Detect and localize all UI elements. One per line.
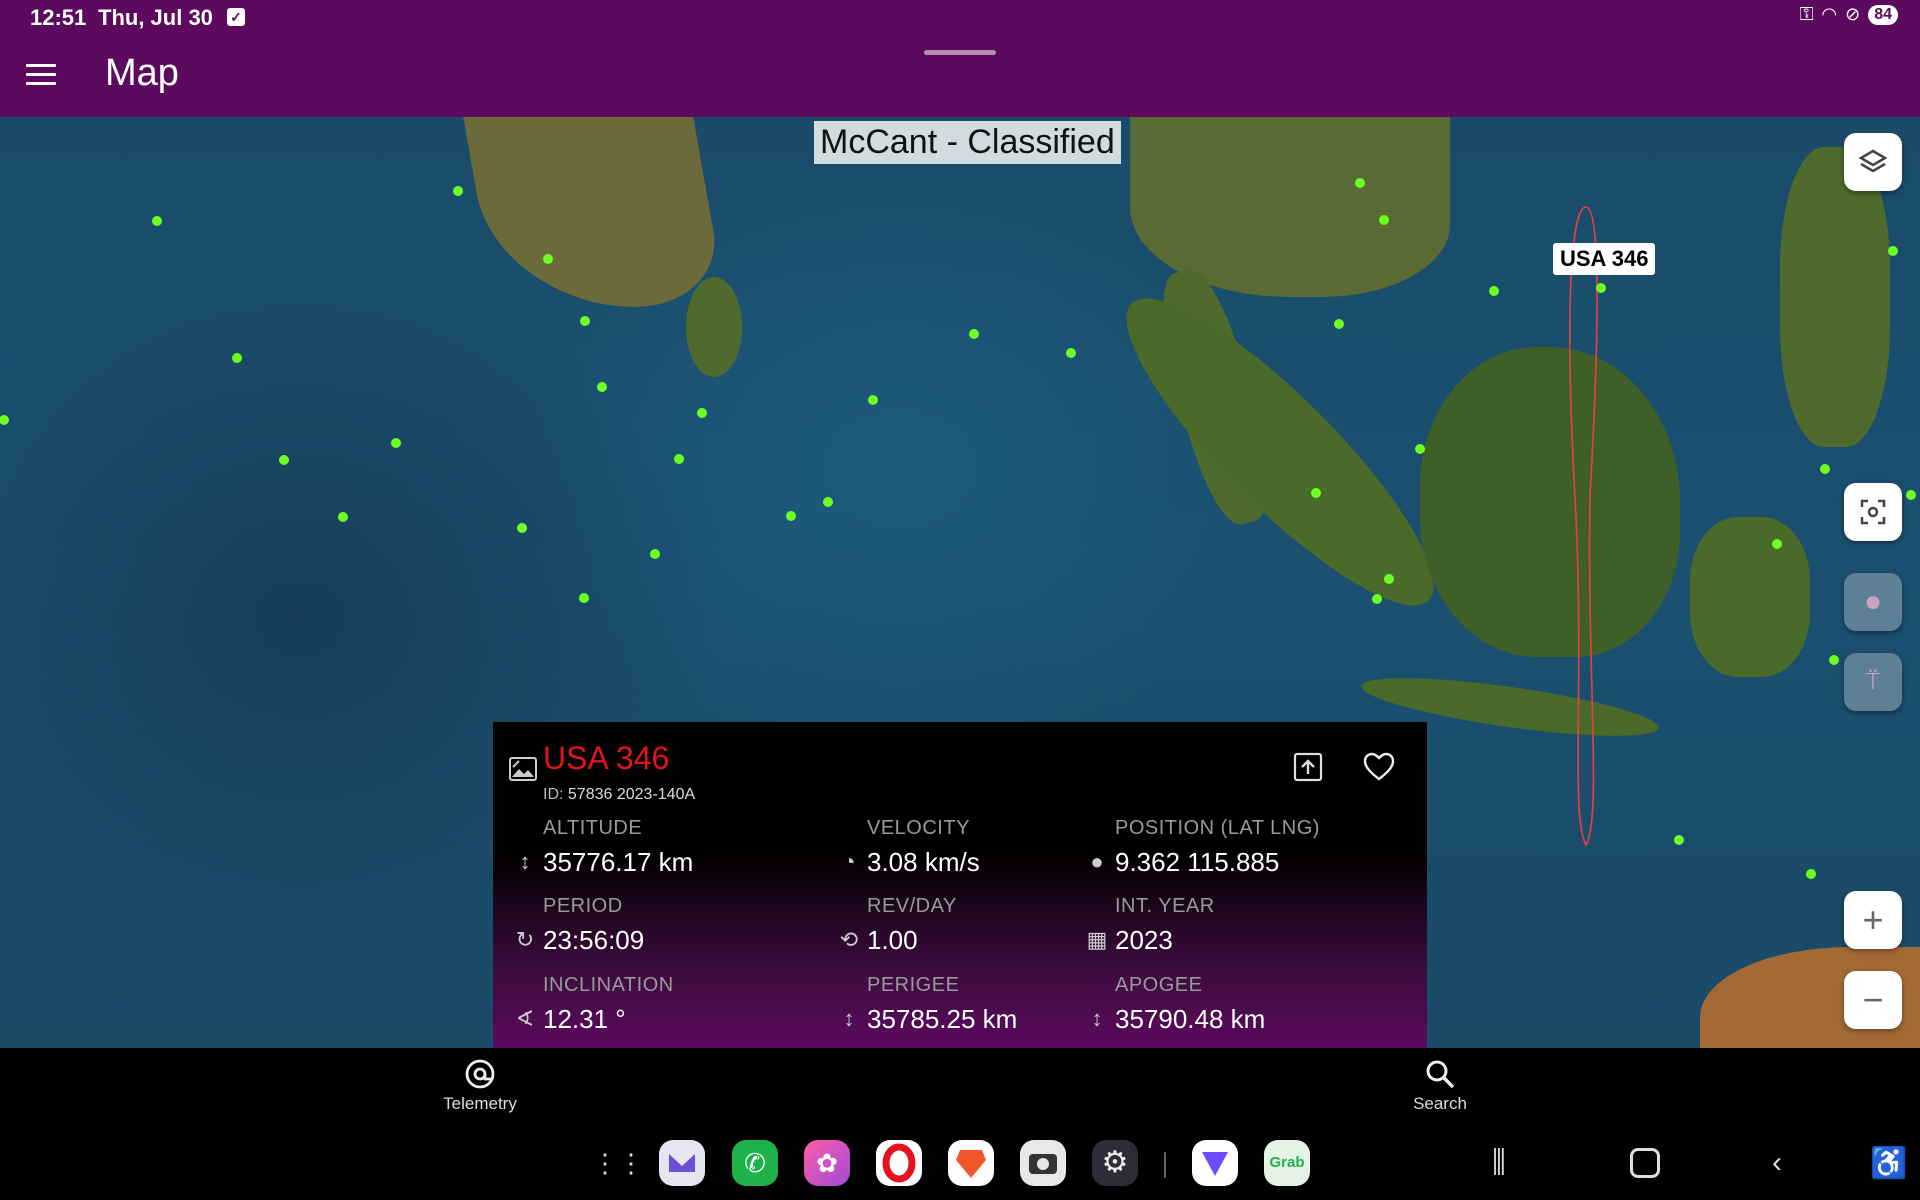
app-bar: Map xyxy=(0,36,1920,117)
system-dock: ⋮⋮ ✆ ✿ ⚙ Grab ⫼ ‹ ♿ xyxy=(0,1134,1920,1200)
battery-level: 84 xyxy=(1868,4,1898,25)
satellite-dot[interactable] xyxy=(279,455,289,465)
layers-icon xyxy=(1858,149,1888,173)
satellite-dot[interactable] xyxy=(1674,835,1684,845)
status-time: 12:51 xyxy=(30,5,87,30)
satellite-dot[interactable] xyxy=(1820,464,1830,474)
satellite-dot[interactable] xyxy=(543,254,553,264)
satellite-dot[interactable] xyxy=(1066,348,1076,358)
satellite-dot[interactable] xyxy=(1888,246,1898,256)
minus-icon: − xyxy=(1862,979,1884,1020)
dock-divider xyxy=(1164,1152,1166,1178)
tab-telemetry[interactable]: Telemetry xyxy=(430,1058,530,1114)
satellite-dot[interactable] xyxy=(1311,488,1321,498)
altitude-arrow-icon: ↕ xyxy=(519,849,531,874)
focus-satellite-button[interactable] xyxy=(1844,483,1902,541)
tab-search[interactable]: Search xyxy=(1390,1058,1490,1114)
page-title: Map xyxy=(105,52,179,94)
satellite-info-panel: USA 346 ID: 57836 2023-140A ↕ ALTITUDE 3… xyxy=(493,722,1427,1048)
satellite-dot[interactable] xyxy=(650,549,660,559)
location-pin-icon: ● xyxy=(1863,585,1883,618)
satellite-dot[interactable] xyxy=(969,329,979,339)
zoom-in-button[interactable]: + xyxy=(1844,891,1902,949)
angle-icon: ∢ xyxy=(515,1006,535,1031)
satellite-dot[interactable] xyxy=(868,395,878,405)
bottom-navigation: Telemetry Search xyxy=(0,1048,1920,1134)
satellite-dot[interactable] xyxy=(1415,444,1425,454)
tab-telemetry-label: Telemetry xyxy=(443,1094,517,1113)
home-button[interactable] xyxy=(1630,1148,1660,1178)
grab-app-icon[interactable]: Grab xyxy=(1264,1140,1310,1186)
antenna-icon: ⍡ xyxy=(1865,668,1881,695)
proton-vpn-icon[interactable] xyxy=(1192,1140,1238,1186)
zoom-out-button[interactable]: − xyxy=(1844,971,1902,1029)
email-app-icon[interactable] xyxy=(659,1140,705,1186)
location-pin-icon: ● xyxy=(1090,849,1104,874)
satellite-dot[interactable] xyxy=(338,512,348,522)
satellite-dot[interactable] xyxy=(1372,594,1382,604)
satellite-dot[interactable] xyxy=(1334,319,1344,329)
satellite-dot[interactable] xyxy=(579,593,589,603)
apogee-arrow-icon: ↕ xyxy=(1091,1006,1103,1031)
phone-app-icon[interactable]: ✆ xyxy=(732,1140,778,1186)
satellite-dot[interactable] xyxy=(580,316,590,326)
perigee-arrow-icon: ↕ xyxy=(843,1006,855,1031)
tab-search-label: Search xyxy=(1413,1094,1467,1113)
app-drawer-icon[interactable]: ⋮⋮ xyxy=(592,1140,644,1186)
satellite-dot[interactable] xyxy=(1384,574,1394,584)
layers-button[interactable] xyxy=(1844,133,1902,191)
calendar-icon: ▦ xyxy=(1086,927,1108,952)
center-focus-icon xyxy=(1860,499,1886,525)
satellite-dot[interactable] xyxy=(232,353,242,363)
plus-icon: + xyxy=(1862,899,1884,940)
speedometer-icon: ◔ xyxy=(842,849,856,874)
brave-browser-icon[interactable] xyxy=(948,1140,994,1186)
satellite-dot[interactable] xyxy=(823,497,833,507)
satellite-dot[interactable] xyxy=(674,454,684,464)
share-button[interactable] xyxy=(1293,752,1323,782)
satellite-id: ID: 57836 2023-140A xyxy=(543,786,696,803)
wifi-icon: ◠ xyxy=(1821,4,1838,24)
satellite-dot[interactable] xyxy=(517,523,527,533)
opera-browser-icon[interactable] xyxy=(876,1140,922,1186)
search-icon xyxy=(1426,1060,1455,1089)
recent-apps-button[interactable]: ⫼ xyxy=(1492,1146,1506,1180)
accessibility-icon[interactable]: ♿ xyxy=(1870,1146,1907,1181)
back-button[interactable]: ‹ xyxy=(1772,1146,1782,1180)
satellite-dot[interactable] xyxy=(152,216,162,226)
satellite-dot[interactable] xyxy=(697,408,707,418)
vpn-key-icon: ⚿ xyxy=(1799,4,1814,24)
gallery-app-icon[interactable]: ✿ xyxy=(804,1140,850,1186)
satellite-dot[interactable] xyxy=(1906,490,1916,500)
status-date: Thu, Jul 30 xyxy=(98,5,213,30)
camera-app-icon[interactable] xyxy=(1020,1140,1066,1186)
satellite-dot[interactable] xyxy=(786,511,796,521)
satellite-dot[interactable] xyxy=(597,382,607,392)
satellite-dot[interactable] xyxy=(1806,869,1816,879)
system-icons: ⚿ ◠ ⊘ 84 xyxy=(1800,4,1898,25)
rotate-icon: ⟲ xyxy=(839,927,859,952)
refresh-icon: ↻ xyxy=(515,927,535,952)
telemetry-icon xyxy=(465,1059,495,1089)
status-bar: 12:51 Thu, Jul 30 ✓ ⚿ ◠ ⊘ 84 xyxy=(0,0,1920,36)
satellite-dot[interactable] xyxy=(1489,286,1499,296)
selected-satellite-label[interactable]: USA 346 xyxy=(1553,243,1656,275)
satellite-dot[interactable] xyxy=(453,186,463,196)
settings-app-icon[interactable]: ⚙ xyxy=(1092,1140,1138,1186)
satellite-dot[interactable] xyxy=(391,438,401,448)
satellite-dot[interactable] xyxy=(1596,283,1606,293)
my-location-button[interactable]: ● xyxy=(1844,573,1902,631)
favorite-heart-button[interactable] xyxy=(1363,752,1395,782)
do-not-disturb-icon: ⊘ xyxy=(1845,4,1861,24)
satellite-dot[interactable] xyxy=(1379,215,1389,225)
drag-handle[interactable] xyxy=(924,50,996,55)
ground-station-button[interactable]: ⍡ xyxy=(1844,653,1902,711)
image-icon xyxy=(509,757,537,781)
satellite-dot[interactable] xyxy=(1772,539,1782,549)
satellite-name: USA 346 xyxy=(543,740,670,776)
satellite-dot[interactable] xyxy=(1829,655,1839,665)
task-notification-icon: ✓ xyxy=(227,8,245,26)
satellite-dot[interactable] xyxy=(1355,178,1365,188)
hamburger-menu-icon[interactable] xyxy=(26,64,56,88)
